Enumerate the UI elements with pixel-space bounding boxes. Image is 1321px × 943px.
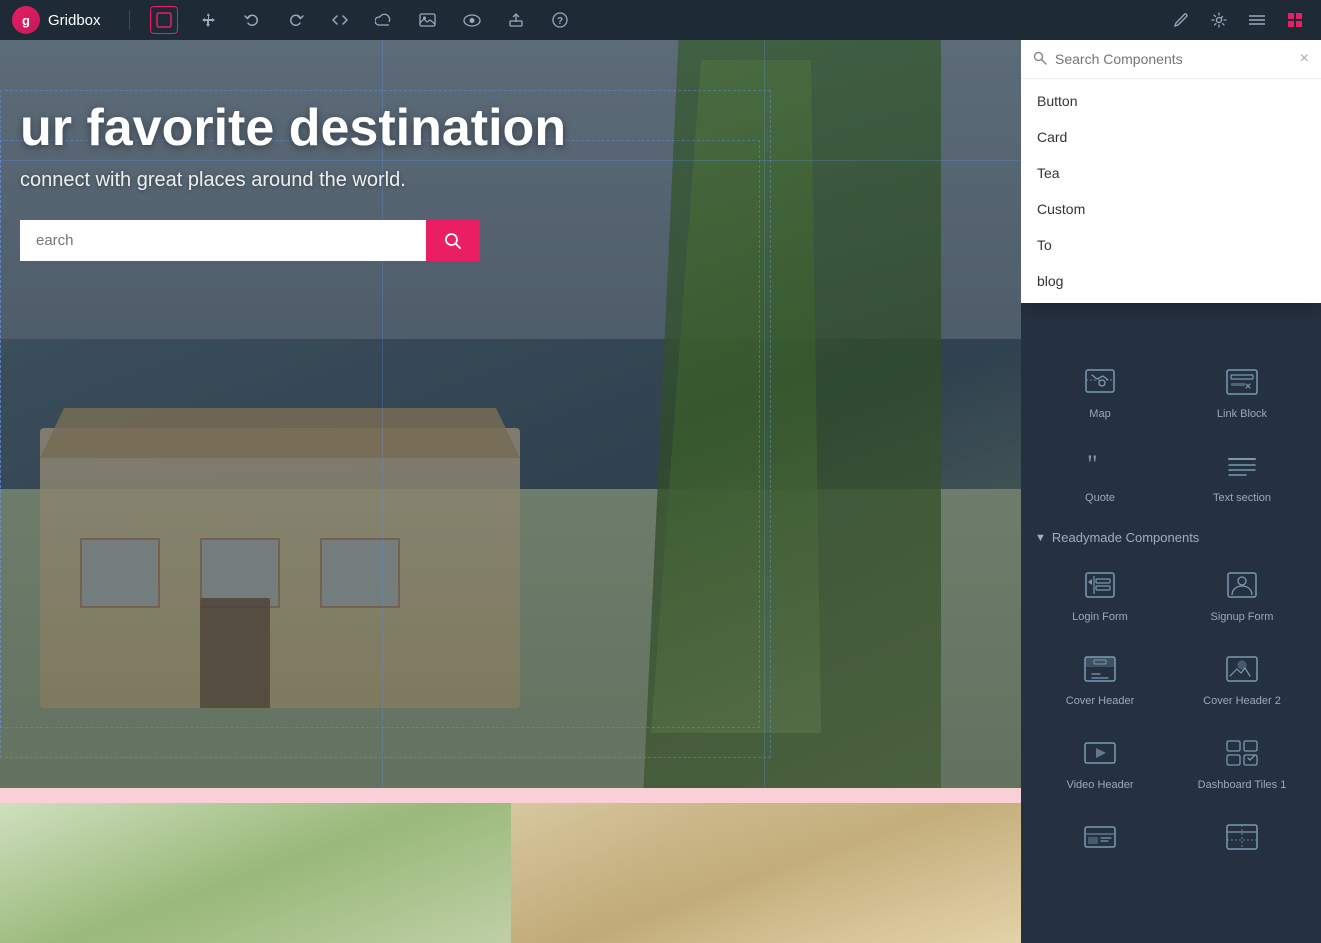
svg-text:?: ?: [556, 16, 562, 27]
main-area: ur favorite destination connect with gre…: [0, 40, 1321, 943]
component-text-section[interactable]: Text section: [1171, 434, 1313, 518]
preview-button[interactable]: [458, 6, 486, 34]
chevron-down-icon: ▼: [1035, 532, 1046, 544]
help-button[interactable]: ?: [546, 6, 574, 34]
login-form-icon: [1077, 567, 1123, 603]
hero-subtitle: connect with great places around the wor…: [20, 169, 1001, 192]
redo-button[interactable]: [282, 6, 310, 34]
component-login-form[interactable]: Login Form: [1029, 553, 1171, 637]
link-block-icon: [1219, 364, 1265, 400]
readymade-section-header: ▼ Readymade Components: [1021, 518, 1321, 553]
pink-section: [0, 788, 1021, 943]
component-generic-2[interactable]: [1171, 805, 1313, 877]
search-icon: [1033, 51, 1047, 68]
right-panel: × Button Card Tea Custom To blog: [1021, 40, 1321, 943]
hero-search-form: [20, 220, 480, 261]
component-link-block[interactable]: Link Block: [1171, 350, 1313, 434]
photo-cell-1: [0, 803, 511, 943]
component-signup-form[interactable]: Signup Form: [1171, 553, 1313, 637]
undo-button[interactable]: [238, 6, 266, 34]
basic-components-grid: Map Link Block: [1021, 350, 1321, 518]
search-result-blog[interactable]: blog: [1021, 263, 1321, 299]
svg-text:": ": [1087, 451, 1098, 479]
move-tool-button[interactable]: [194, 6, 222, 34]
component-generic-1[interactable]: [1029, 805, 1171, 877]
photo-cell-2: [511, 803, 1022, 943]
toolbar-right: [1167, 6, 1309, 34]
search-clear-button[interactable]: ×: [1300, 50, 1309, 68]
component-dashboard-tiles[interactable]: Dashboard Tiles 1: [1171, 721, 1313, 805]
search-result-to[interactable]: To: [1021, 227, 1321, 263]
settings-button[interactable]: [1205, 6, 1233, 34]
photo-row: [0, 803, 1021, 943]
cover-header-2-icon: [1219, 651, 1265, 687]
component-cover-header[interactable]: Cover Header: [1029, 637, 1171, 721]
menu-button[interactable]: [1243, 6, 1271, 34]
pen-tool-button[interactable]: [1167, 6, 1195, 34]
export-button[interactable]: [502, 6, 530, 34]
quote-icon: ": [1077, 448, 1123, 484]
component-cover-header-2[interactable]: Cover Header 2: [1171, 637, 1313, 721]
search-components-input[interactable]: [1055, 51, 1292, 67]
link-block-label: Link Block: [1217, 408, 1267, 420]
component-video-header[interactable]: Video Header: [1029, 721, 1171, 805]
video-header-label: Video Header: [1066, 779, 1133, 791]
hero-text-block: ur favorite destination connect with gre…: [0, 100, 1021, 261]
search-result-tea[interactable]: Tea: [1021, 155, 1321, 191]
code-button[interactable]: [326, 6, 354, 34]
toolbar-divider: [129, 10, 130, 30]
video-header-icon: [1077, 735, 1123, 771]
search-results-list: Button Card Tea Custom To blog: [1021, 79, 1321, 303]
search-bar: ×: [1021, 40, 1321, 79]
search-result-custom[interactable]: Custom: [1021, 191, 1321, 227]
app-logo[interactable]: g Gridbox: [12, 6, 101, 34]
search-result-button[interactable]: Button: [1021, 83, 1321, 119]
cover-header-icon: [1077, 651, 1123, 687]
dashboard-tiles-label: Dashboard Tiles 1: [1198, 779, 1287, 791]
select-tool-button[interactable]: [150, 6, 178, 34]
map-icon: [1077, 364, 1123, 400]
component-map[interactable]: Map: [1029, 350, 1171, 434]
quote-label: Quote: [1085, 492, 1115, 504]
cover-header-label: Cover Header: [1066, 695, 1134, 707]
app-name: Gridbox: [48, 12, 101, 29]
text-section-label: Text section: [1213, 492, 1271, 504]
cover-header-2-label: Cover Header 2: [1203, 695, 1281, 707]
image-button[interactable]: [414, 6, 442, 34]
signup-form-label: Signup Form: [1211, 611, 1274, 623]
dashboard-tiles-icon: [1219, 735, 1265, 771]
hero-search-button[interactable]: [426, 220, 480, 261]
hero-search-input[interactable]: [20, 220, 426, 261]
search-result-card[interactable]: Card: [1021, 119, 1321, 155]
signup-form-icon: [1219, 567, 1265, 603]
readymade-components-grid: Login Form Signup Form: [1021, 553, 1321, 877]
login-form-label: Login Form: [1072, 611, 1128, 623]
canvas: ur favorite destination connect with gre…: [0, 40, 1021, 943]
hero-section: ur favorite destination connect with gre…: [0, 40, 1021, 788]
cloud-save-button[interactable]: [370, 6, 398, 34]
component-quote[interactable]: " Quote: [1029, 434, 1171, 518]
toolbar: g Gridbox ?: [0, 0, 1321, 40]
logo-icon: g: [12, 6, 40, 34]
hero-title: ur favorite destination: [20, 100, 1001, 157]
generic-1-icon: [1077, 819, 1123, 855]
text-section-icon: [1219, 448, 1265, 484]
grid-view-button[interactable]: [1281, 6, 1309, 34]
map-label: Map: [1089, 408, 1110, 420]
generic-2-icon: [1219, 819, 1265, 855]
canvas-background: ur favorite destination connect with gre…: [0, 40, 1021, 943]
search-dropdown: × Button Card Tea Custom To blog: [1021, 40, 1321, 303]
components-panel: Map Link Block: [1021, 350, 1321, 943]
readymade-section-label: Readymade Components: [1052, 530, 1199, 545]
